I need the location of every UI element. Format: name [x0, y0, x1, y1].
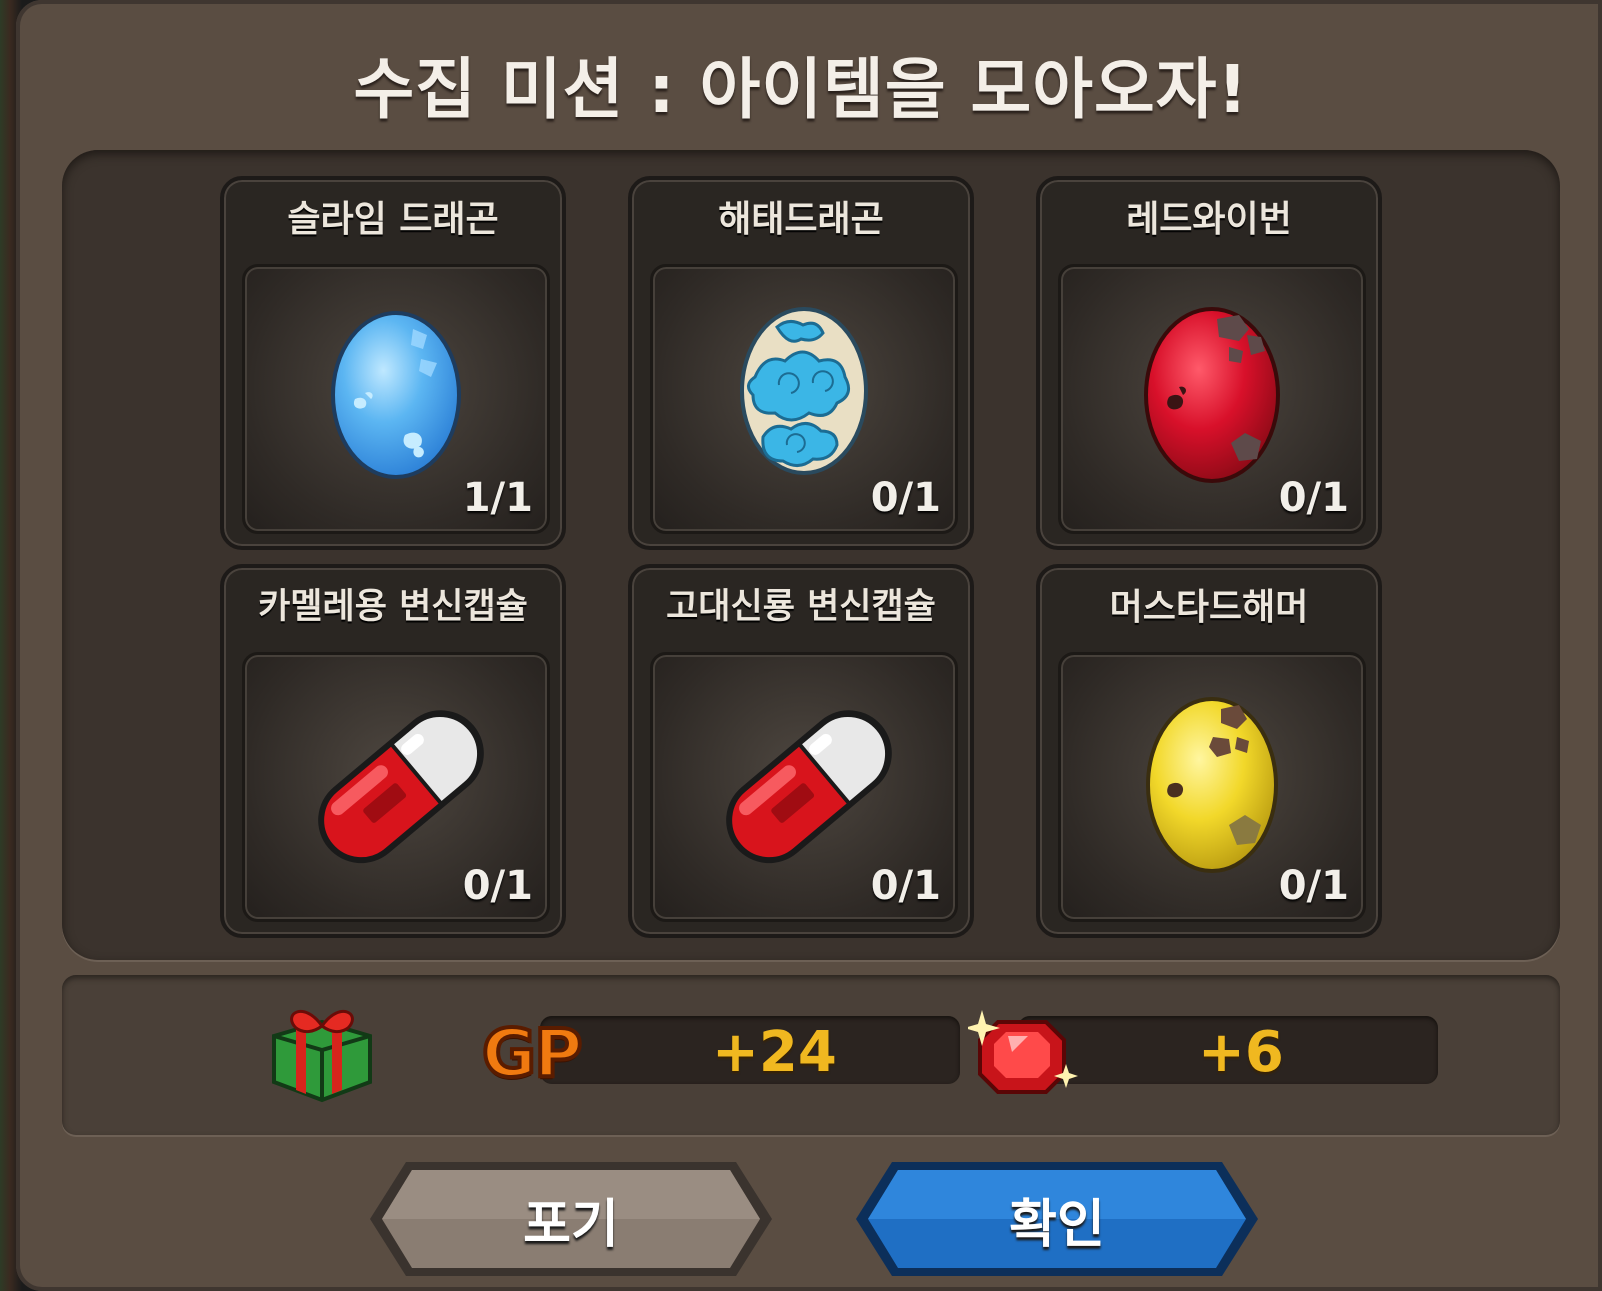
item-slot: 0/1	[1058, 264, 1366, 534]
item-count: 0/1	[462, 863, 533, 909]
gp-label: GP	[480, 1013, 585, 1094]
gp-reward-value: +24	[712, 1020, 837, 1085]
item-slot: 0/1	[1058, 652, 1366, 922]
give-up-button[interactable]: 포기	[366, 1158, 776, 1280]
item-count: 0/1	[1278, 475, 1349, 521]
item-slot: 0/1	[242, 652, 550, 922]
item-card-ancient-dragon-capsule[interactable]: 고대신룡 변신캡슐 0/1	[628, 564, 974, 938]
item-card-chameleon-capsule[interactable]: 카멜레용 변신캡슐 0/1	[220, 564, 566, 938]
dialog-title: 수집 미션 : 아이템을 모아오자!	[353, 51, 1249, 128]
give-up-label: 포기	[523, 1194, 619, 1255]
red-gem-icon	[968, 1010, 1078, 1094]
item-slot: 0/1	[650, 264, 958, 534]
confirm-button[interactable]: 확인	[852, 1158, 1262, 1280]
item-count: 0/1	[870, 863, 941, 909]
item-name: 레드와이번	[1126, 199, 1292, 240]
item-card-red-wyvern[interactable]: 레드와이번 0/1	[1036, 176, 1382, 550]
item-name: 해태드래곤	[718, 199, 884, 240]
item-card-haetae-dragon[interactable]: 해태드래곤 0/1	[628, 176, 974, 550]
item-count: 0/1	[870, 475, 941, 521]
item-name: 슬라임 드래곤	[287, 199, 499, 240]
gift-box-icon	[272, 1010, 372, 1103]
item-count: 1/1	[462, 475, 533, 521]
item-slot: 1/1	[242, 264, 550, 534]
item-card-mustard-hammer[interactable]: 머스타드해머 0/1	[1036, 564, 1382, 938]
item-name: 고대신룡 변신캡슐	[666, 587, 936, 627]
item-count: 0/1	[1278, 863, 1349, 909]
item-slot: 0/1	[650, 652, 958, 922]
item-name: 카멜레용 변신캡슐	[258, 587, 528, 627]
gp-reward-bar: +24	[540, 1016, 960, 1085]
item-card-slime-dragon[interactable]: 슬라임 드래곤 1/1	[220, 176, 566, 550]
item-name: 머스타드해머	[1109, 587, 1309, 628]
confirm-label: 확인	[1009, 1194, 1105, 1255]
gem-reward-value: +6	[1198, 1020, 1284, 1085]
